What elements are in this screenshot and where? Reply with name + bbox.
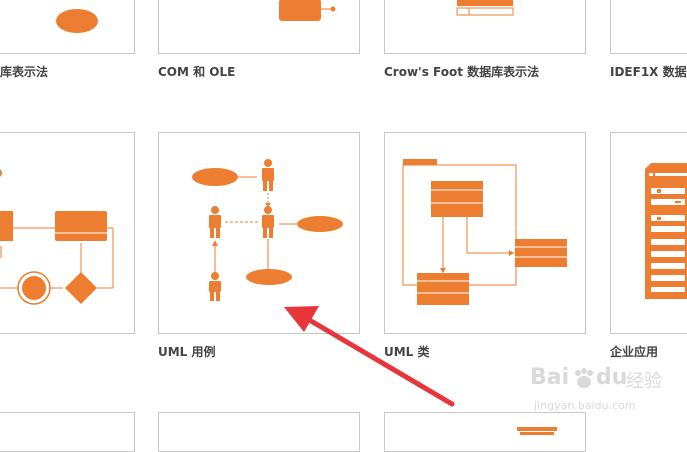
template-tile-idef1x[interactable] [610,0,687,54]
db-notation-thumbnail [56,9,98,33]
watermark-brand-bai: Bai [530,365,570,390]
baidu-watermark: Bai du 经验 jingyan.baidu.com [530,365,680,425]
template-caption: COM 和 OLE [158,65,236,79]
template-tile-enterprise-app[interactable] [610,132,687,334]
watermark-url: jingyan.baidu.com [534,399,636,412]
template-tile-crows-foot[interactable] [384,0,586,54]
watermark-brand-du: du [596,365,628,390]
template-tile-com-ole[interactable] [158,0,360,54]
uml-class-thumbnail [402,159,567,305]
template-tile-row3-1[interactable] [0,412,135,452]
flowchart-thumbnail [0,169,114,305]
template-caption: Crow's Foot 数据库表示法 [384,65,540,79]
enterprise-app-thumbnail [645,163,687,299]
template-caption: UML 用例 [158,345,216,359]
template-tile-uml-use-case[interactable] [158,132,360,334]
template-tile-uml-class[interactable] [384,132,586,334]
template-caption: 企业应用 [610,345,659,359]
uml-use-case-thumbnail [192,159,343,301]
template-tile-row3-2[interactable] [158,412,360,452]
template-caption: UML 类 [384,345,430,359]
paw-icon [575,368,593,388]
crows-foot-thumbnail [456,0,514,16]
template-caption: IDEF1X 数据库 [610,65,687,79]
template-tile-flowchart[interactable] [0,132,135,334]
template-caption: 库表示法 [0,65,49,79]
template-tile-db-notation[interactable] [0,0,135,54]
com-ole-thumbnail [279,0,336,21]
watermark-brand-cn: 经验 [626,371,662,392]
